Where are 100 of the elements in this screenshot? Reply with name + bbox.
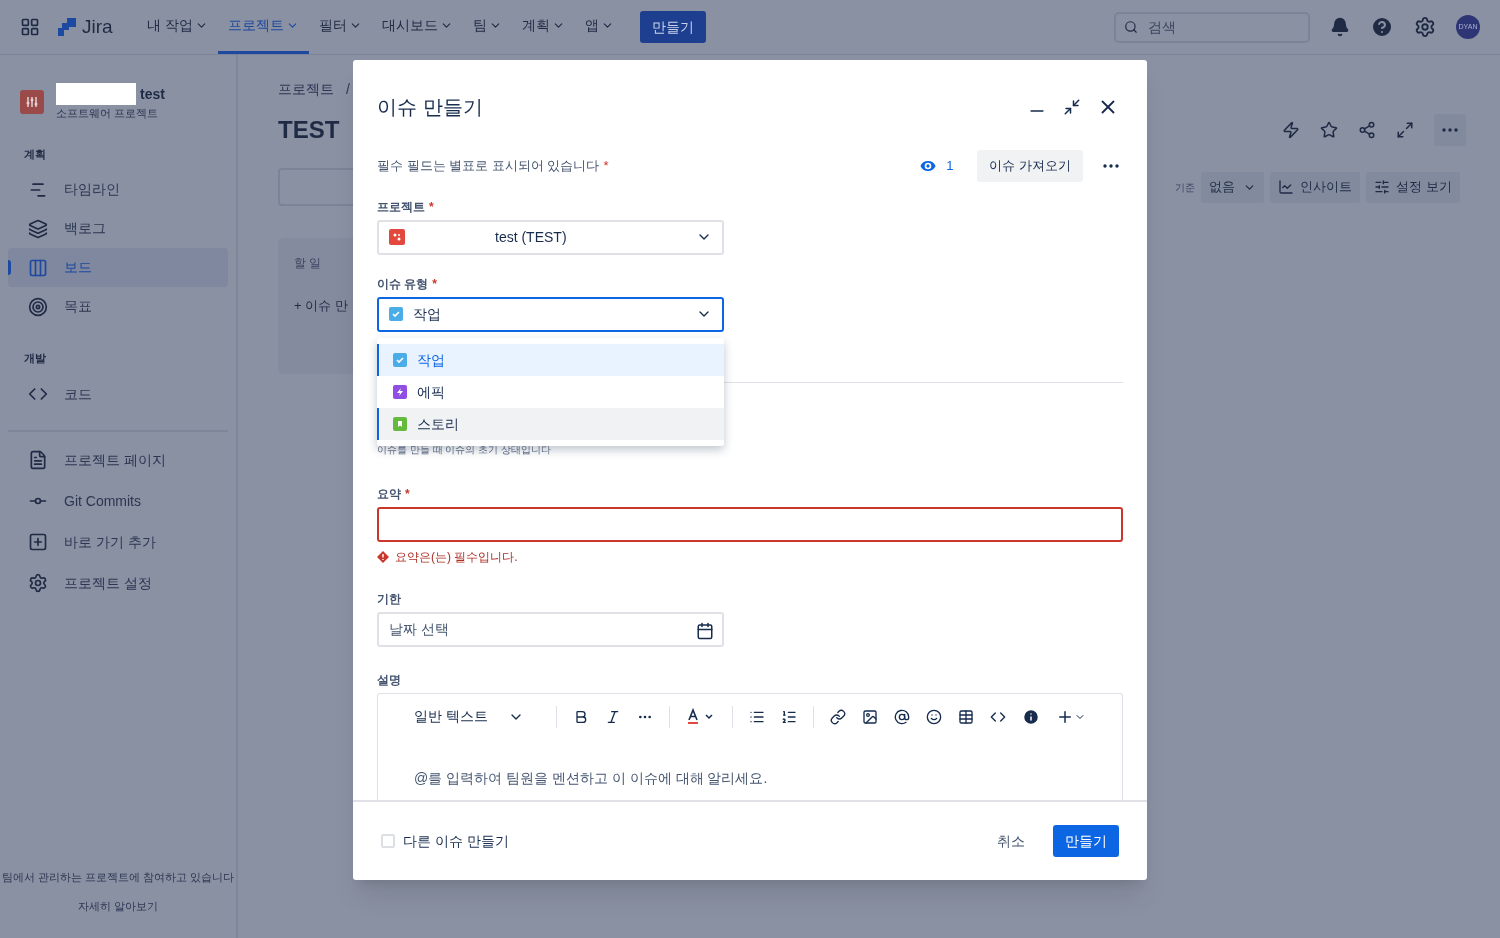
mention-icon[interactable] — [893, 708, 910, 725]
date-field[interactable]: 날짜 선택 — [377, 612, 724, 647]
project-avatar-icon — [389, 229, 405, 246]
text-style-dropdown[interactable]: 일반 텍스트 — [414, 706, 540, 728]
logo-icon — [56, 16, 78, 38]
star-icon[interactable] — [1320, 121, 1338, 139]
collapse-icon[interactable] — [1063, 98, 1081, 116]
watcher-count: 1 — [946, 157, 954, 176]
task-checkbox-icon — [389, 307, 403, 322]
app-name[interactable]: Jira — [82, 12, 113, 42]
nav-menu-item[interactable]: 대시보드 — [371, 0, 463, 54]
section-heading: 계획 — [23, 146, 47, 162]
project-select[interactable]: test (TEST) — [377, 220, 724, 255]
field-label: 이슈 유형 * — [377, 275, 438, 293]
required-asterisk: * — [405, 487, 410, 502]
cancel-button[interactable]: 취소 — [985, 825, 1037, 857]
insights-button[interactable]: 인사이트 — [1270, 171, 1361, 203]
issue-type-select[interactable]: 작업 — [377, 296, 724, 332]
sidebar-item[interactable]: 목표 — [8, 287, 228, 326]
sidebar-item[interactable]: Git Commits — [8, 480, 228, 522]
breadcrumb-separator: / — [346, 80, 350, 99]
more-icon — [1442, 128, 1458, 132]
issue-type-value: 작업 — [413, 304, 441, 324]
breadcrumb-link[interactable]: 프로젝트 — [278, 79, 334, 100]
emoji-icon[interactable] — [925, 708, 942, 725]
sidebar-item[interactable]: 보드 — [8, 248, 228, 287]
project-name: test — [140, 85, 165, 104]
add-shortcut-icon — [28, 532, 48, 552]
settings-icon — [28, 573, 48, 593]
required-asterisk: * — [429, 200, 434, 214]
description-editor[interactable]: 일반 텍스트 @를 입력하여 팀원을 멘션하고 이 이슈에 대해 알리세요. — [377, 692, 1123, 800]
project-avatar-icon — [20, 90, 44, 115]
calendar-icon — [696, 622, 714, 641]
expand-icon[interactable] — [1396, 121, 1414, 139]
nav-menu-item[interactable]: 내 작업 — [136, 0, 218, 54]
import-issues-button[interactable]: 이슈 가져오기 — [977, 150, 1083, 182]
editor-placeholder: @를 입력하여 팀원을 멘션하고 이 이슈에 대해 알리세요. — [414, 768, 769, 788]
section-heading: 개발 — [23, 351, 47, 366]
board-icon — [28, 257, 48, 278]
sidebar-item[interactable]: 바로 가기 추가 — [8, 521, 228, 563]
help-icon[interactable] — [1370, 15, 1394, 39]
image-icon[interactable] — [861, 708, 878, 725]
sidebar-item[interactable]: 프로젝트 설정 — [8, 562, 228, 604]
nav-menu-item[interactable]: 계획 — [511, 0, 575, 54]
required-note: 필수 필드는 별표로 표시되어 있습니다 * — [377, 157, 609, 176]
task-checkbox-icon — [393, 353, 407, 367]
required-asterisk: * — [603, 158, 609, 174]
error-message: 요약은(는) 필수입니다. — [395, 549, 518, 567]
backlog-icon — [28, 218, 48, 239]
required-asterisk: * — [432, 276, 437, 291]
project-value: test (TEST) — [495, 227, 567, 247]
field-label: 프로젝트 * — [377, 199, 435, 216]
sidebar-item[interactable]: 백로그 — [8, 209, 228, 248]
learn-more-link[interactable]: 자세히 알아보기 — [77, 897, 159, 914]
dropdown-option[interactable]: 스토리 — [377, 408, 724, 440]
settings-icon[interactable] — [1414, 16, 1436, 38]
lightning-icon — [393, 385, 407, 399]
group-by-label: 기준 — [1175, 180, 1196, 195]
nav-menu-item[interactable]: 앱 — [574, 0, 624, 54]
dropdown-option[interactable]: 작업 — [377, 344, 724, 376]
create-button[interactable]: 만들기 — [639, 11, 706, 43]
share-icon[interactable] — [1358, 121, 1376, 139]
link-icon[interactable] — [829, 708, 846, 725]
create-button[interactable]: 만들기 — [1053, 825, 1119, 857]
project-type: 소프트웨어 프로젝트 — [56, 106, 160, 121]
footer-text: 팀에서 관리하는 프로젝트에 참여하고 있습니다 — [1, 870, 235, 885]
sidebar-item[interactable]: 타임라인 — [8, 170, 228, 209]
more-icon[interactable] — [1103, 164, 1119, 168]
info-icon[interactable] — [1021, 707, 1040, 726]
field-label: 설명 — [377, 671, 402, 689]
nav-menu-item[interactable]: 팀 — [462, 0, 512, 54]
target-icon — [28, 296, 48, 317]
bell-icon[interactable] — [1330, 17, 1350, 37]
sliders-icon — [1374, 179, 1391, 195]
field-label: 기한 — [377, 591, 402, 609]
board-title: TEST — [278, 115, 340, 145]
nav-menu-item[interactable]: 필터 — [308, 0, 372, 54]
search-field[interactable]: 검색 — [1114, 11, 1310, 43]
lightning-icon[interactable] — [1282, 121, 1300, 139]
text-color-icon[interactable] — [685, 707, 716, 726]
bookmark-icon — [393, 417, 407, 431]
view-settings-button[interactable]: 설정 보기 — [1366, 171, 1460, 203]
group-by-dropdown[interactable]: 없음 — [1201, 171, 1265, 203]
dropdown-option[interactable]: 에픽 — [377, 376, 724, 408]
sidebar-item[interactable]: 코드 — [8, 374, 228, 414]
sidebar-item[interactable]: 프로젝트 페이지 — [8, 439, 228, 481]
checkbox[interactable] — [381, 834, 395, 848]
document-icon — [28, 450, 48, 470]
helper-text: 이슈를 만들 때 이슈의 초기 상태입니다 — [377, 443, 552, 458]
summary-field[interactable] — [377, 507, 1123, 543]
table-icon[interactable] — [957, 708, 974, 725]
field-label: 요약 * — [377, 486, 411, 504]
checkbox-label: 다른 이슈 만들기 — [403, 831, 509, 851]
nav-menu-item[interactable]: 프로젝트 — [217, 0, 309, 54]
app-switcher-icon[interactable] — [20, 17, 40, 37]
column-title: 할 일 — [294, 255, 323, 272]
chart-icon — [1278, 179, 1295, 195]
selection-indicator — [8, 260, 11, 275]
error-icon — [377, 551, 389, 564]
numbered-list-icon[interactable] — [780, 708, 797, 725]
